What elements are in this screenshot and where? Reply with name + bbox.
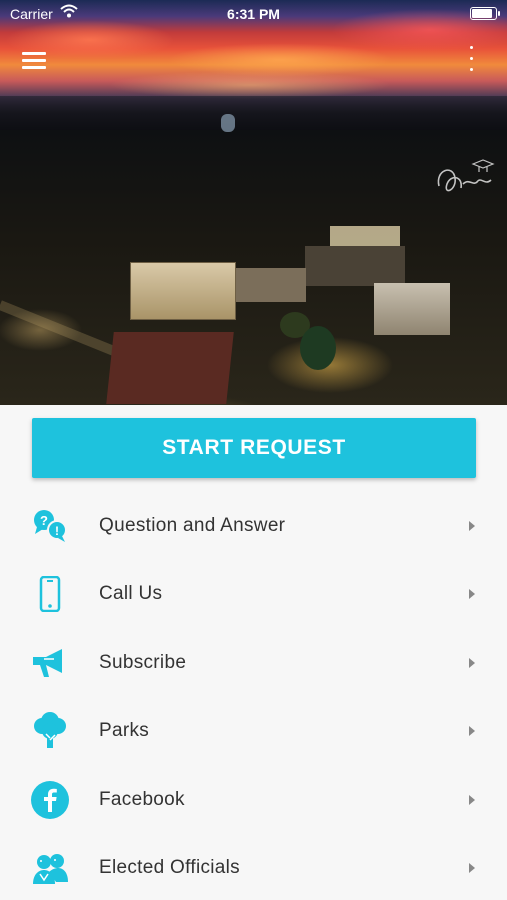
chevron-right-icon xyxy=(469,795,475,805)
menu-item-label: Subscribe xyxy=(99,652,187,673)
status-time: 6:31 PM xyxy=(227,6,280,22)
chevron-right-icon xyxy=(469,726,475,736)
building xyxy=(130,262,236,320)
building xyxy=(374,283,450,335)
phone-icon xyxy=(30,574,70,614)
svg-text:?: ? xyxy=(40,513,48,528)
menu-item-label: Question and Answer xyxy=(99,515,286,536)
menu-item-parks[interactable]: Parks xyxy=(0,697,507,765)
chevron-right-icon xyxy=(469,863,475,873)
people-icon xyxy=(30,848,70,888)
menu-item-label: Facebook xyxy=(99,789,185,810)
more-vertical-icon[interactable] xyxy=(466,44,478,74)
chevron-right-icon xyxy=(469,589,475,599)
chevron-right-icon xyxy=(469,658,475,668)
menu-item-call-us[interactable]: Call Us xyxy=(0,560,507,628)
megaphone-icon xyxy=(30,643,70,683)
building xyxy=(236,268,306,302)
start-request-button[interactable]: START REQUEST xyxy=(32,418,476,478)
menu-item-subscribe[interactable]: Subscribe xyxy=(0,629,507,697)
menu-item-elected-officials[interactable]: Elected Officials xyxy=(0,834,507,900)
svg-text:!: ! xyxy=(55,524,59,538)
hero-image xyxy=(0,0,507,405)
menu-item-facebook[interactable]: Facebook xyxy=(0,766,507,834)
menu-item-label: Parks xyxy=(99,720,150,741)
hamburger-menu-icon[interactable] xyxy=(22,50,48,70)
photographer-signature-mark xyxy=(433,156,499,204)
water-tower xyxy=(221,114,235,132)
facebook-icon xyxy=(30,780,70,820)
menu-item-label: Elected Officials xyxy=(99,857,240,878)
building-roof xyxy=(106,332,234,404)
lit-building xyxy=(330,226,400,248)
tree-icon xyxy=(30,711,70,751)
chevron-right-icon xyxy=(469,521,475,531)
menu-item-label: Call Us xyxy=(99,583,163,604)
building xyxy=(305,246,405,286)
battery-icon xyxy=(470,7,500,20)
status-bar: Carrier 6:31 PM xyxy=(0,0,507,28)
tree xyxy=(300,326,336,370)
question-answer-icon: ? ! xyxy=(30,506,70,546)
menu-item-question-and-answer[interactable]: ? ! Question and Answer xyxy=(0,492,507,560)
battery-level xyxy=(472,9,492,18)
